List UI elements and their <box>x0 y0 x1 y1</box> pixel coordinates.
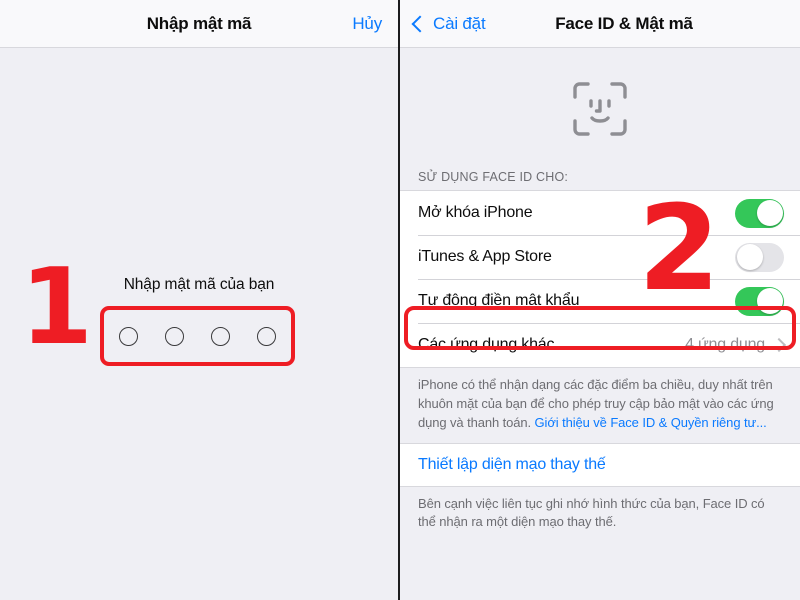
faceid-usage-list: Mở khóa iPhone iTunes & App Store Tự độn… <box>400 190 800 368</box>
alternate-appearance-footnote: Bên cạnh việc liên tục ghi nhớ hình thức… <box>418 495 765 530</box>
row-other-apps[interactable]: Các ứng dụng khác 4 ứng dụng <box>400 323 800 367</box>
left-panel-passcode: Nhập mật mã Hủy 1 Nhập mật mã của bạn <box>0 0 400 600</box>
toggle-knob <box>756 200 783 226</box>
left-nav-title: Nhập mật mã <box>146 13 252 33</box>
row-unlock-iphone[interactable]: Mở khóa iPhone <box>400 191 800 235</box>
passcode-dot <box>165 326 184 346</box>
passcode-entry-field[interactable] <box>100 306 295 366</box>
faceid-privacy-link[interactable]: Giới thiệu về Face ID & Quyền riêng tư..… <box>535 415 767 430</box>
chevron-right-icon <box>771 337 787 353</box>
screenshot-root: Nhập mật mã Hủy 1 Nhập mật mã của bạn Cà… <box>0 0 800 600</box>
right-navbar: Cài đặt Face ID & Mật mã <box>400 0 800 48</box>
passcode-dot <box>119 326 138 346</box>
annotation-step-2: 2 <box>638 179 721 317</box>
toggle-autofill-password[interactable] <box>735 286 784 316</box>
annotation-step-1: 1 <box>20 246 94 368</box>
row-label-setup-alternate-appearance: Thiết lập diện mạo thay thế <box>418 455 606 473</box>
section-header-use-faceid-for: SỬ DỤNG FACE ID CHO: <box>418 170 569 184</box>
passcode-dot <box>257 326 276 346</box>
face-id-icon <box>573 82 627 136</box>
cancel-button[interactable]: Hủy <box>352 14 382 34</box>
faceid-footnote: iPhone có thể nhận dạng các đặc điểm ba … <box>400 368 800 443</box>
right-panel-body: SỬ DỤNG FACE ID CHO: Mở khóa iPhone iTun… <box>400 48 800 600</box>
toggle-knob <box>736 244 763 270</box>
row-autofill-password[interactable]: Tự động điền mật khẩu <box>400 279 800 323</box>
toggle-knob <box>756 288 783 314</box>
right-panel-faceid-settings: Cài đặt Face ID & Mật mã SỬ DỤNG FACE ID… <box>400 0 800 600</box>
passcode-dot <box>211 326 230 346</box>
left-panel-body: 1 Nhập mật mã của bạn <box>0 48 398 600</box>
toggle-unlock-iphone[interactable] <box>735 198 784 228</box>
row-label-other-apps: Các ứng dụng khác <box>418 336 555 353</box>
left-navbar: Nhập mật mã Hủy <box>0 0 398 48</box>
face-id-icon-wrap <box>400 48 800 170</box>
right-nav-title: Face ID & Mật mã <box>555 13 693 33</box>
row-setup-alternate-appearance[interactable]: Thiết lập diện mạo thay thế <box>400 442 800 487</box>
row-value-other-apps: 4 ứng dụng <box>685 336 765 353</box>
row-itunes-app-store[interactable]: iTunes & App Store <box>400 235 800 279</box>
passcode-prompt-label: Nhập mật mã của bạn <box>123 276 275 293</box>
toggle-itunes-app-store[interactable] <box>735 242 784 272</box>
